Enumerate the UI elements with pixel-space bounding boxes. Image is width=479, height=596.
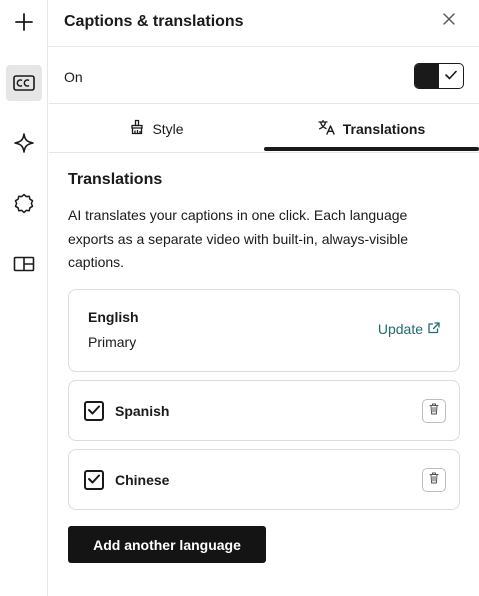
- update-link[interactable]: Update: [378, 321, 440, 337]
- primary-language-name: English: [88, 309, 139, 325]
- delete-spanish-button[interactable]: [422, 399, 446, 423]
- captions-toggle[interactable]: [414, 63, 464, 89]
- ai-tools-button[interactable]: [6, 125, 42, 161]
- translate-icon: [318, 119, 336, 138]
- active-tab-indicator: [264, 147, 479, 151]
- captions-panel: Captions & translations On Style Transla…: [49, 0, 479, 596]
- captions-on-label: On: [64, 69, 83, 85]
- check-icon: [88, 402, 100, 420]
- panel-title: Captions & translations: [64, 13, 244, 30]
- panel-tabs: Style Translations: [49, 105, 479, 153]
- language-name: Chinese: [115, 472, 170, 488]
- tab-style-label: Style: [152, 120, 184, 137]
- plus-icon: [13, 11, 35, 33]
- layout-button[interactable]: [6, 246, 42, 282]
- check-icon: [88, 471, 100, 489]
- trash-icon: [429, 471, 439, 489]
- close-icon: [443, 12, 455, 30]
- closed-captions-icon: [13, 75, 35, 91]
- primary-language-tag: Primary: [88, 334, 137, 350]
- panel-header: Captions & translations: [49, 0, 479, 47]
- left-rail: [0, 0, 48, 596]
- chinese-checkbox[interactable]: [84, 470, 104, 490]
- add-language-button[interactable]: Add another language: [68, 526, 266, 563]
- layout-icon: [13, 256, 35, 272]
- sparkle-icon: [13, 132, 35, 154]
- spanish-checkbox[interactable]: [84, 401, 104, 421]
- language-card-spanish: Spanish: [68, 380, 460, 441]
- brush-icon: [129, 119, 145, 138]
- add-button[interactable]: [6, 4, 42, 40]
- badge-icon: [13, 192, 35, 214]
- external-link-icon: [428, 321, 440, 337]
- check-icon: [445, 67, 457, 85]
- tab-translations-label: Translations: [342, 120, 426, 137]
- language-card-chinese: Chinese: [68, 449, 460, 510]
- update-link-label: Update: [377, 321, 423, 337]
- primary-language-card: English Primary Update: [68, 289, 460, 372]
- section-title: Translations: [68, 171, 163, 188]
- tab-style[interactable]: Style: [49, 105, 264, 152]
- tab-translations[interactable]: Translations: [264, 105, 479, 152]
- close-button[interactable]: [438, 10, 460, 32]
- trash-icon: [429, 402, 439, 420]
- section-description: AI translates your captions in one click…: [68, 207, 409, 270]
- language-name: Spanish: [115, 403, 170, 419]
- delete-chinese-button[interactable]: [422, 468, 446, 492]
- captions-button[interactable]: [6, 65, 42, 101]
- brand-button[interactable]: [6, 185, 42, 221]
